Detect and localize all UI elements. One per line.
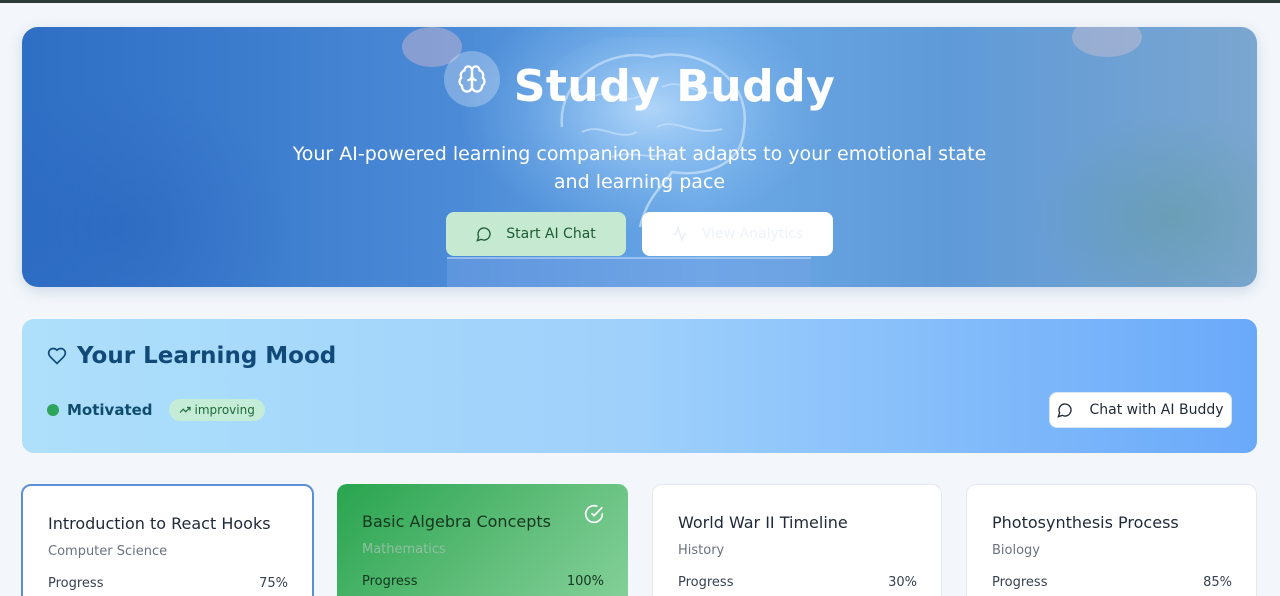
- progress-label: Progress: [678, 575, 734, 590]
- mood-status-row: Motivated improving: [47, 399, 265, 421]
- hero-title-row: Study Buddy: [22, 51, 1257, 121]
- course-category: Mathematics: [362, 542, 446, 557]
- check-circle-icon: [584, 504, 604, 524]
- hero-pedestal: [447, 257, 811, 287]
- page-title: Study Buddy: [513, 60, 836, 112]
- course-category: Biology: [992, 543, 1040, 558]
- course-title: Basic Algebra Concepts: [362, 512, 551, 531]
- chat-with-ai-buddy-label: Chat with AI Buddy: [1089, 402, 1224, 418]
- chat-with-ai-buddy-button[interactable]: Chat with AI Buddy: [1049, 392, 1232, 428]
- heart-icon: [47, 347, 67, 365]
- mood-status: Motivated: [67, 401, 153, 419]
- message-circle-icon: [476, 227, 491, 242]
- progress-label: Progress: [362, 574, 418, 589]
- progress-value: 85%: [1203, 575, 1232, 590]
- trend-badge: improving: [168, 399, 265, 421]
- course-category: History: [678, 543, 725, 558]
- trend-label: improving: [194, 403, 255, 417]
- learning-mood-panel: Your Learning Mood Motivated improving C…: [22, 319, 1257, 453]
- course-title: Introduction to React Hooks: [48, 514, 271, 533]
- progress-value: 100%: [566, 574, 604, 589]
- progress-value: 30%: [888, 575, 917, 590]
- status-dot: [47, 404, 59, 416]
- mood-title: Your Learning Mood: [77, 343, 337, 369]
- course-title: World War II Timeline: [678, 513, 848, 532]
- start-ai-chat-button[interactable]: Start AI Chat: [446, 212, 626, 256]
- trending-up-icon: [179, 406, 191, 413]
- course-category: Computer Science: [48, 544, 168, 559]
- course-card[interactable]: Basic Algebra Concepts Mathematics Progr…: [337, 484, 628, 596]
- progress-label: Progress: [992, 575, 1048, 590]
- top-border: [0, 0, 1280, 3]
- hero-banner: Study Buddy Your AI-powered learning com…: [22, 27, 1257, 287]
- course-card[interactable]: World War II Timeline History Progress 3…: [652, 484, 942, 596]
- mood-header: Your Learning Mood: [47, 343, 336, 369]
- progress-value: 75%: [259, 576, 288, 591]
- start-ai-chat-label: Start AI Chat: [506, 226, 596, 242]
- course-card[interactable]: Introduction to React Hooks Computer Sci…: [21, 484, 314, 596]
- course-card[interactable]: Photosynthesis Process Biology Progress …: [966, 484, 1257, 596]
- message-circle-icon: [1057, 403, 1073, 418]
- view-analytics-button[interactable]: View Analytics: [642, 212, 833, 256]
- brain-icon: [443, 51, 500, 107]
- activity-icon: [673, 226, 687, 242]
- hero-subtitle: Your AI-powered learning companion that …: [292, 143, 987, 193]
- progress-label: Progress: [48, 576, 104, 591]
- view-analytics-label: View Analytics: [701, 226, 804, 242]
- course-title: Photosynthesis Process: [992, 513, 1179, 532]
